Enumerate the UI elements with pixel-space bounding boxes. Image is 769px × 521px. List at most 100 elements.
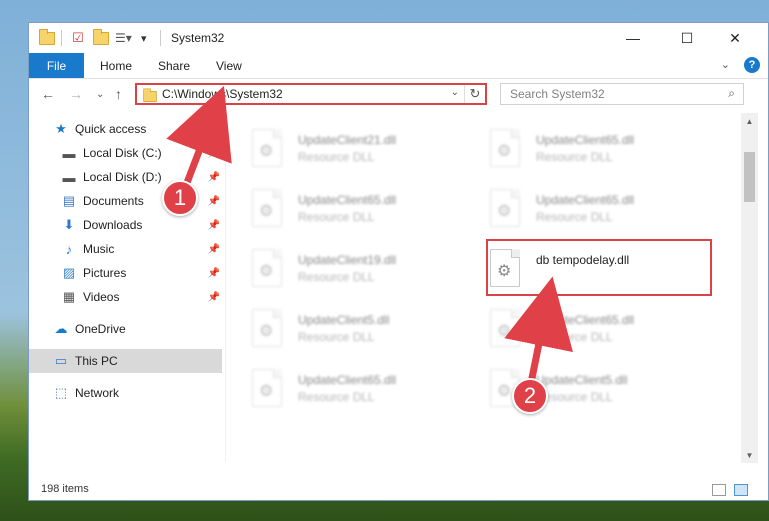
file-item[interactable]: ⚙ UpdateClient65.dll Resource DLL bbox=[464, 185, 694, 235]
sidebar-item-label: Network bbox=[75, 386, 120, 400]
quick-access-dropdown-icon[interactable]: ▾ bbox=[141, 29, 147, 47]
file-name: UpdateClient65.dll bbox=[298, 193, 397, 207]
sidebar-item-videos[interactable]: ▦ Videos 📌 bbox=[29, 285, 222, 309]
file-item[interactable]: ⚙ UpdateClient5.dll Resource DLL bbox=[464, 365, 694, 415]
scroll-thumb[interactable] bbox=[744, 152, 755, 202]
file-name: UpdateClient65.dll bbox=[536, 193, 635, 207]
pin-icon[interactable]: 📌 bbox=[208, 220, 220, 231]
file-item[interactable]: ⚙ UpdateClient65.dll Resource DLL bbox=[464, 305, 694, 355]
sidebar-item-onedrive[interactable]: ☁ OneDrive bbox=[29, 317, 222, 341]
file-item[interactable]: ⚙ UpdateClient65.dll Resource DLL bbox=[226, 365, 456, 415]
expand-ribbon-icon[interactable]: ⌄ bbox=[721, 58, 730, 71]
properties-icon[interactable]: ☑ bbox=[71, 29, 85, 47]
maximize-button[interactable]: ☐ bbox=[664, 23, 710, 53]
up-button[interactable]: ↑ bbox=[115, 86, 122, 102]
pin-icon[interactable]: 📌 bbox=[208, 268, 220, 279]
sidebar-item-label: Local Disk (D:) bbox=[83, 170, 162, 184]
dll-file-icon: ⚙ bbox=[490, 129, 520, 167]
recent-locations-button[interactable]: ⌄ bbox=[96, 89, 104, 100]
pin-icon[interactable]: 📌 bbox=[208, 148, 220, 159]
sidebar-item-downloads[interactable]: ⬇ Downloads 📌 bbox=[29, 213, 222, 237]
sidebar-item-label: Music bbox=[83, 242, 115, 256]
tab-share[interactable]: Share bbox=[158, 53, 190, 78]
pin-icon[interactable]: 📌 bbox=[208, 196, 220, 207]
help-icon[interactable]: ? bbox=[744, 57, 760, 73]
computer-icon: ▭ bbox=[54, 353, 68, 368]
refresh-button[interactable]: ↻ bbox=[464, 85, 485, 103]
ribbon-tabs: File Home Share View ⌄ ? bbox=[29, 53, 768, 79]
close-button[interactable]: ✕ bbox=[712, 23, 758, 53]
gear-icon: ⚙ bbox=[259, 383, 274, 400]
sidebar-item-music[interactable]: ♪ Music 📌 bbox=[29, 237, 222, 261]
customize-toolbar-icon[interactable]: ☰▾ bbox=[115, 29, 132, 47]
search-box[interactable]: Search System32 ⌕ bbox=[500, 83, 744, 105]
sidebar-item-label: OneDrive bbox=[75, 322, 126, 336]
address-path[interactable]: C:\Windows\System32 bbox=[162, 87, 283, 101]
title-bar: ☑ ☰▾ ▾ System32 — ☐ ✕ bbox=[29, 23, 768, 53]
sidebar-item-network[interactable]: ⬚ Network bbox=[29, 381, 222, 405]
sidebar-item-local-disk-c[interactable]: ▬ Local Disk (C:) 📌 bbox=[29, 141, 222, 165]
address-dropdown-icon[interactable]: ⌄ bbox=[451, 87, 459, 98]
file-item[interactable]: ⚙ UpdateClient65.dll Resource DLL bbox=[226, 185, 456, 235]
dll-file-icon: ⚙ bbox=[252, 249, 282, 287]
sidebar-item-label: Documents bbox=[83, 194, 144, 208]
pin-icon[interactable]: 📌 bbox=[208, 292, 220, 303]
file-type: Resource DLL bbox=[536, 150, 613, 164]
sidebar-item-label: Videos bbox=[83, 290, 120, 304]
callout-badge-2: 2 bbox=[512, 378, 548, 414]
gear-icon: ⚙ bbox=[497, 383, 512, 400]
file-item[interactable]: ⚙ UpdateClient65.dll Resource DLL bbox=[464, 125, 694, 175]
search-icon: ⌕ bbox=[728, 86, 735, 100]
minimize-button[interactable]: — bbox=[610, 23, 656, 53]
search-input[interactable]: Search System32 bbox=[510, 87, 605, 101]
pin-icon[interactable]: 📌 bbox=[208, 172, 220, 183]
item-count: 198 items bbox=[41, 483, 89, 495]
sidebar-item-label: Downloads bbox=[83, 218, 143, 232]
sep bbox=[160, 29, 161, 47]
tab-file[interactable]: File bbox=[29, 53, 84, 78]
sidebar-item-label: Pictures bbox=[83, 266, 127, 280]
file-name: UpdateClient65.dll bbox=[298, 373, 397, 387]
dll-file-icon: ⚙ bbox=[252, 129, 282, 167]
file-type: Resource DLL bbox=[536, 210, 613, 224]
gear-icon: ⚙ bbox=[259, 323, 274, 340]
target-file-highlight bbox=[486, 239, 712, 296]
file-name: UpdateClient65.dll bbox=[536, 133, 635, 147]
file-name: UpdateClient5.dll bbox=[536, 373, 628, 387]
file-type: Resource DLL bbox=[536, 330, 613, 344]
file-item[interactable]: ⚙ UpdateClient5.dll Resource DLL bbox=[226, 305, 456, 355]
cloud-icon: ☁ bbox=[54, 321, 68, 336]
sidebar-item-this-pc[interactable]: ▭ This PC bbox=[29, 349, 222, 373]
tab-home[interactable]: Home bbox=[100, 53, 132, 78]
dll-file-icon: ⚙ bbox=[252, 189, 282, 227]
file-name: UpdateClient65.dll bbox=[536, 313, 635, 327]
back-button[interactable]: ← bbox=[41, 86, 55, 102]
details-view-icon[interactable] bbox=[712, 484, 726, 496]
file-type: Resource DLL bbox=[298, 150, 375, 164]
scroll-up-icon[interactable]: ▲ bbox=[741, 113, 758, 129]
tab-view[interactable]: View bbox=[216, 53, 242, 78]
video-icon: ▦ bbox=[62, 289, 76, 304]
pin-icon[interactable]: 📌 bbox=[208, 244, 220, 255]
forward-button[interactable]: → bbox=[69, 86, 83, 102]
sidebar-item-label: Quick access bbox=[75, 122, 147, 136]
vertical-scrollbar[interactable]: ▲ ▼ bbox=[741, 113, 758, 463]
pictures-icon: ▨ bbox=[62, 265, 76, 280]
status-bar: 198 items bbox=[29, 479, 768, 500]
large-icons-view-icon[interactable] bbox=[734, 484, 748, 496]
file-type: Resource DLL bbox=[298, 330, 375, 344]
file-item[interactable]: ⚙ UpdateClient19.dll Resource DLL bbox=[226, 245, 456, 295]
new-folder-icon[interactable] bbox=[93, 28, 109, 47]
scroll-down-icon[interactable]: ▼ bbox=[741, 447, 758, 463]
gear-icon: ⚙ bbox=[497, 143, 512, 160]
sidebar-item-pictures[interactable]: ▨ Pictures 📌 bbox=[29, 261, 222, 285]
drive-icon: ▬ bbox=[62, 145, 76, 161]
drive-icon: ▬ bbox=[62, 169, 76, 185]
sidebar-item-quick-access[interactable]: ★ Quick access bbox=[29, 117, 222, 141]
gear-icon: ⚙ bbox=[497, 323, 512, 340]
address-bar[interactable]: C:\Windows\System32 ⌄ ↻ bbox=[135, 83, 487, 105]
folder-icon bbox=[39, 28, 55, 47]
file-item[interactable]: ⚙ UpdateClient21.dll Resource DLL bbox=[226, 125, 456, 175]
gear-icon: ⚙ bbox=[259, 263, 274, 280]
sidebar-item-label: This PC bbox=[75, 354, 118, 368]
